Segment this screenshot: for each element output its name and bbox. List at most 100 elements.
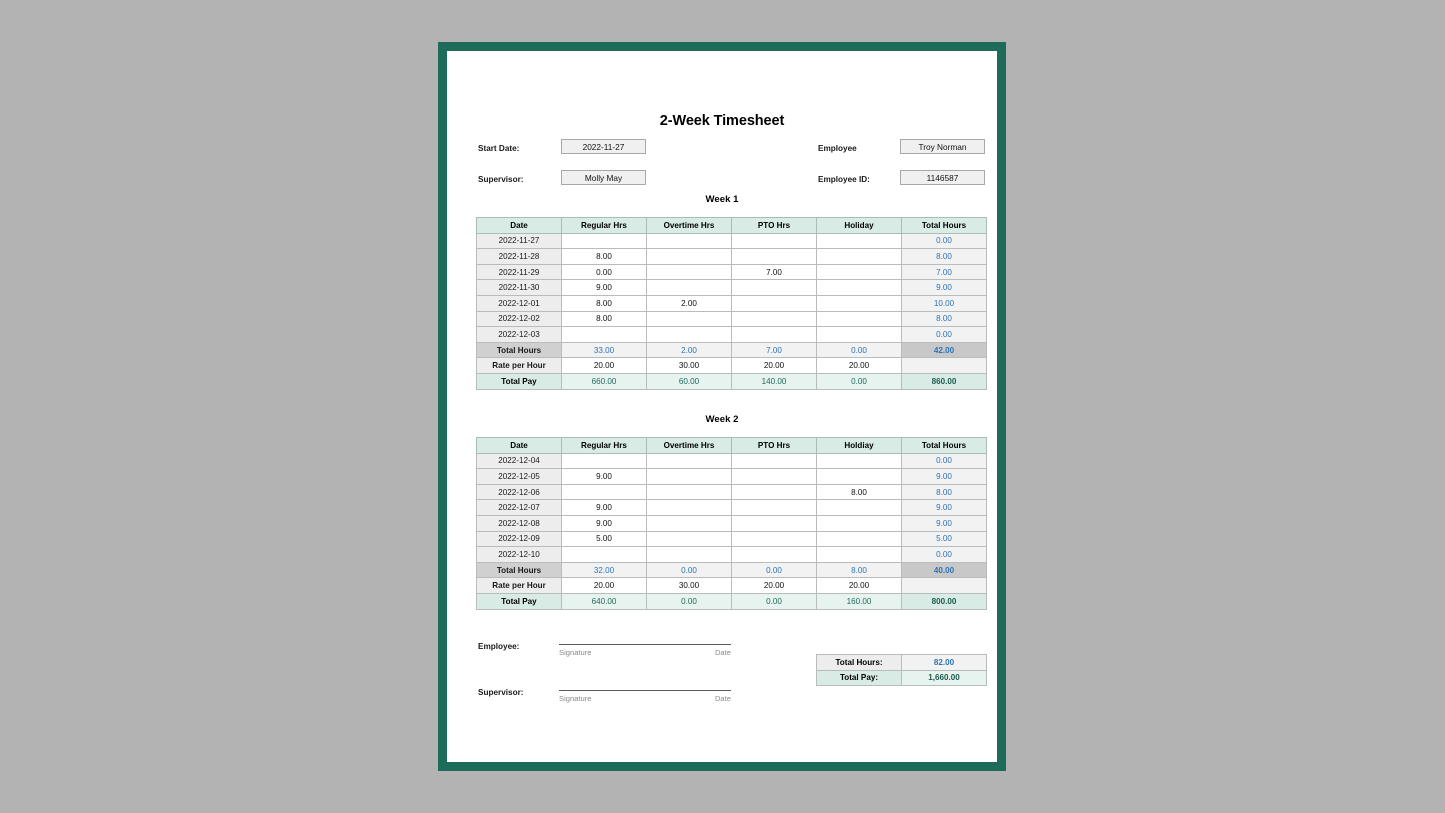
rate-holiday[interactable]: 20.00 [816, 357, 902, 374]
rate-total [901, 577, 987, 594]
table-row: 2022-12-04 0.00 [476, 452, 987, 470]
cell-overtime-hours[interactable] [646, 263, 732, 281]
cell-holiday-hours[interactable] [816, 263, 902, 281]
total-pay-pto: 0.00 [731, 592, 817, 610]
cell-holiday-hours[interactable]: 8.00 [816, 483, 902, 501]
cell-overtime-hours[interactable] [646, 546, 732, 563]
table-row: 2022-12-03 0.00 [476, 326, 987, 343]
cell-date: 2022-12-03 [476, 326, 562, 343]
rate-pto[interactable]: 20.00 [731, 577, 817, 594]
signature-line[interactable] [559, 690, 731, 691]
cell-regular-hours[interactable]: 9.00 [561, 279, 647, 296]
cell-total-hours: 7.00 [901, 263, 987, 281]
week2-heading: Week 2 [705, 414, 739, 425]
cell-overtime-hours[interactable] [646, 279, 732, 296]
row-label: Rate per Hour [476, 577, 562, 594]
cell-pto-hours[interactable] [731, 483, 817, 501]
cell-overtime-hours[interactable] [646, 514, 732, 532]
total-pay-sum: 800.00 [901, 592, 987, 610]
cell-overtime-hours[interactable] [646, 232, 732, 250]
column-header-date: Date [476, 437, 562, 454]
cell-regular-hours[interactable]: 5.00 [561, 530, 647, 548]
cell-overtime-hours[interactable] [646, 452, 732, 470]
cell-overtime-hours[interactable] [646, 483, 732, 501]
rate-overtime[interactable]: 30.00 [646, 577, 732, 594]
cell-total-hours: 0.00 [901, 232, 987, 250]
cell-date: 2022-12-05 [476, 468, 562, 485]
employee-id-field[interactable]: 1146587 [900, 170, 985, 185]
rate-regular[interactable]: 20.00 [561, 577, 647, 594]
week2-total-hours-row: Total Hours 32.00 0.00 0.00 8.00 40.00 [476, 561, 987, 579]
total-pay-regular: 660.00 [561, 372, 647, 390]
cell-regular-hours[interactable] [561, 546, 647, 563]
rate-overtime[interactable]: 30.00 [646, 357, 732, 374]
cell-pto-hours[interactable] [731, 248, 817, 265]
grand-total-pay-label: Total Pay: [816, 669, 902, 687]
cell-holiday-hours[interactable] [816, 248, 902, 265]
cell-overtime-hours[interactable] [646, 499, 732, 516]
employee-field[interactable]: Troy Norman [900, 139, 985, 154]
cell-overtime-hours[interactable] [646, 530, 732, 548]
cell-pto-hours[interactable] [731, 514, 817, 532]
cell-holiday-hours[interactable] [816, 279, 902, 296]
cell-pto-hours[interactable] [731, 468, 817, 485]
cell-holiday-hours[interactable] [816, 294, 902, 312]
cell-holiday-hours[interactable] [816, 546, 902, 563]
cell-holiday-hours[interactable] [816, 499, 902, 516]
cell-regular-hours[interactable]: 9.00 [561, 468, 647, 485]
cell-holiday-hours[interactable] [816, 530, 902, 548]
cell-regular-hours[interactable]: 8.00 [561, 248, 647, 265]
total-pay-overtime: 0.00 [646, 592, 732, 610]
cell-pto-hours[interactable] [731, 530, 817, 548]
cell-overtime-hours[interactable] [646, 310, 732, 328]
cell-pto-hours[interactable]: 7.00 [731, 263, 817, 281]
cell-date: 2022-12-07 [476, 499, 562, 516]
cell-pto-hours[interactable] [731, 294, 817, 312]
cell-overtime-hours[interactable]: 2.00 [646, 294, 732, 312]
table-row: 2022-11-28 8.00 8.00 [476, 248, 987, 265]
total-pay-overtime: 60.00 [646, 372, 732, 390]
table-row: 2022-11-30 9.00 9.00 [476, 279, 987, 296]
cell-pto-hours[interactable] [731, 499, 817, 516]
cell-date: 2022-12-01 [476, 294, 562, 312]
cell-total-hours: 9.00 [901, 279, 987, 296]
cell-regular-hours[interactable]: 9.00 [561, 499, 647, 516]
cell-regular-hours[interactable] [561, 326, 647, 343]
cell-pto-hours[interactable] [731, 279, 817, 296]
cell-pto-hours[interactable] [731, 546, 817, 563]
cell-overtime-hours[interactable] [646, 326, 732, 343]
cell-holiday-hours[interactable] [816, 326, 902, 343]
cell-overtime-hours[interactable] [646, 468, 732, 485]
start-date-field[interactable]: 2022-11-27 [561, 139, 646, 154]
cell-pto-hours[interactable] [731, 326, 817, 343]
cell-holiday-hours[interactable] [816, 468, 902, 485]
cell-regular-hours[interactable]: 0.00 [561, 263, 647, 281]
cell-overtime-hours[interactable] [646, 248, 732, 265]
cell-pto-hours[interactable] [731, 232, 817, 250]
page-title: 2-Week Timesheet [659, 113, 785, 129]
cell-holiday-hours[interactable] [816, 310, 902, 328]
column-header-regular: Regular Hrs [561, 437, 647, 454]
signature-line[interactable] [559, 644, 731, 645]
cell-regular-hours[interactable]: 8.00 [561, 294, 647, 312]
supervisor-field[interactable]: Molly May [561, 170, 646, 185]
cell-holiday-hours[interactable] [816, 514, 902, 532]
cell-holiday-hours[interactable] [816, 452, 902, 470]
rate-holiday[interactable]: 20.00 [816, 577, 902, 594]
row-label: Total Hours [476, 561, 562, 579]
rate-pto[interactable]: 20.00 [731, 357, 817, 374]
cell-total-hours: 9.00 [901, 468, 987, 485]
week1-table-header: Date Regular Hrs Overtime Hrs PTO Hrs Ho… [476, 217, 987, 234]
rate-regular[interactable]: 20.00 [561, 357, 647, 374]
cell-total-hours: 8.00 [901, 248, 987, 265]
cell-regular-hours[interactable]: 9.00 [561, 514, 647, 532]
cell-pto-hours[interactable] [731, 452, 817, 470]
cell-regular-hours[interactable] [561, 483, 647, 501]
cell-regular-hours[interactable]: 8.00 [561, 310, 647, 328]
cell-regular-hours[interactable] [561, 452, 647, 470]
total-hours-overtime: 0.00 [646, 561, 732, 579]
cell-date: 2022-12-02 [476, 310, 562, 328]
cell-regular-hours[interactable] [561, 232, 647, 250]
cell-pto-hours[interactable] [731, 310, 817, 328]
cell-holiday-hours[interactable] [816, 232, 902, 250]
